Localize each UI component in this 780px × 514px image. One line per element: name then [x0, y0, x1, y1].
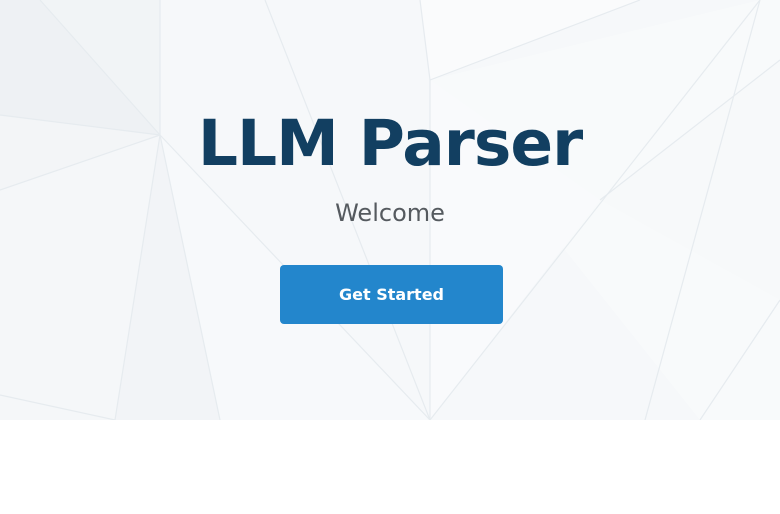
- page-title: LLM Parser: [197, 107, 583, 180]
- landing-page: LLM Parser Welcome Get Started: [0, 0, 780, 514]
- hero-section: LLM Parser Welcome Get Started: [0, 0, 780, 420]
- blank-content-area: [0, 420, 780, 514]
- hero-content: LLM Parser Welcome Get Started: [0, 0, 780, 420]
- welcome-subtitle: Welcome: [335, 199, 445, 227]
- get-started-button[interactable]: Get Started: [280, 265, 503, 324]
